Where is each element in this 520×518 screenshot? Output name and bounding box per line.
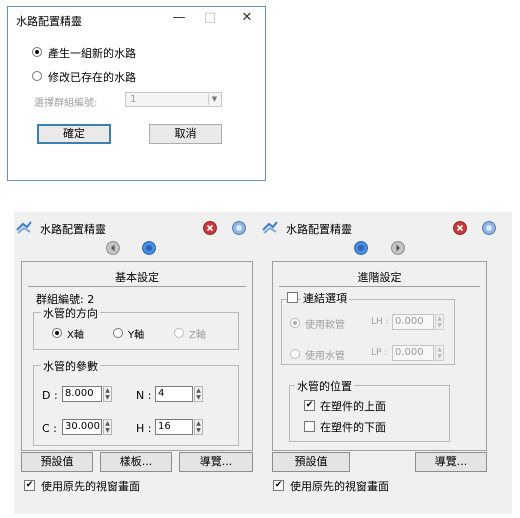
radio-water-tube[interactable] <box>290 349 300 359</box>
h-spinner[interactable]: ▲ ▼ <box>194 419 203 435</box>
divider <box>279 286 480 287</box>
connect-option-checkbox[interactable] <box>287 292 298 303</box>
section-header: 進階設定 <box>357 271 402 284</box>
back-arrow-icon[interactable] <box>106 241 120 255</box>
use-original-view-label: 使用原先的視窗畫面 <box>41 480 140 493</box>
back-arrow-icon[interactable] <box>354 241 368 255</box>
ok-button[interactable]: 確定 <box>37 124 111 144</box>
above-part-label: 在塑件的上面 <box>320 400 386 413</box>
preset-button[interactable]: 預設值 <box>272 452 350 472</box>
next-arrow-icon[interactable] <box>142 241 156 255</box>
minimize-button[interactable]: — <box>168 9 190 27</box>
water-tube-label: 使用水管 <box>305 351 345 362</box>
lp-label: LP : <box>371 348 388 358</box>
help-icon[interactable] <box>482 221 496 235</box>
template-button[interactable]: 樣板... <box>100 452 172 472</box>
use-original-view-checkbox[interactable]: ✔ <box>273 480 284 491</box>
n-label: N : <box>136 389 152 402</box>
water-circuit-icon <box>262 221 278 234</box>
use-original-view-label: 使用原先的視窗畫面 <box>290 480 389 493</box>
cancel-icon[interactable] <box>203 221 217 235</box>
radio-soft-tube[interactable] <box>290 318 300 328</box>
d-spinner[interactable]: ▲ ▼ <box>103 386 112 402</box>
pipe-direction-label: 水管的方向 <box>41 305 100 321</box>
new-water-circuit-dialog: 水路配置精靈 — □ ✕ 產生一組新的水路 修改已存在的水路 選擇群組編號: 1… <box>7 6 266 181</box>
x-axis-label: X軸 <box>67 330 84 341</box>
z-axis-label: Z軸 <box>189 330 206 341</box>
browse-button[interactable]: 導覽... <box>415 452 487 472</box>
above-part-checkbox[interactable]: ✔ <box>304 400 315 411</box>
lh-input[interactable]: 0.000 <box>392 314 434 330</box>
radio-modify-circuit[interactable] <box>32 71 42 81</box>
c-label: C : <box>42 422 57 435</box>
lh-spinner[interactable]: ▲ ▼ <box>435 314 444 330</box>
advanced-settings-panel: 水路配置精靈 進階設定 連結選項 使用軟管 LH : 0.000 ▲ ▼ 使用水管… <box>260 212 512 514</box>
d-input[interactable]: 8.000 <box>62 386 102 402</box>
lh-label: LH : <box>371 317 389 327</box>
pipe-params-label: 水管的參數 <box>41 358 100 374</box>
d-label: D : <box>42 389 58 402</box>
cancel-button[interactable]: 取消 <box>149 124 222 144</box>
radio-z-axis[interactable] <box>174 328 184 338</box>
next-arrow-icon[interactable] <box>391 241 405 255</box>
connect-option-label: 連結選項 <box>301 290 349 306</box>
soft-tube-label: 使用軟管 <box>305 320 345 331</box>
below-part-label: 在塑件的下面 <box>320 421 386 434</box>
maximize-button[interactable]: □ <box>199 9 221 27</box>
advanced-settings-section: 進階設定 連結選項 使用軟管 LH : 0.000 ▲ ▼ 使用水管 LP : 0… <box>272 261 487 451</box>
lp-spinner[interactable]: ▲ ▼ <box>435 345 444 361</box>
panel-title: 水路配置精靈 <box>40 223 106 236</box>
use-original-view-checkbox[interactable]: ✔ <box>24 480 35 491</box>
option-modify-label: 修改已存在的水路 <box>48 71 136 84</box>
chevron-down-icon: ▼ <box>208 94 220 105</box>
radio-y-axis[interactable] <box>113 328 123 338</box>
panel-title: 水路配置精靈 <box>286 223 352 236</box>
h-label: H : <box>136 422 152 435</box>
lp-input[interactable]: 0.000 <box>392 345 434 361</box>
basic-settings-panel: 水路配置精靈 基本設定 群組編號: 2 水管的方向 X軸 Y軸 Z軸 水管的參數… <box>14 212 260 514</box>
basic-settings-section: 基本設定 群組編號: 2 水管的方向 X軸 Y軸 Z軸 水管的參數 D : 8.… <box>21 261 253 451</box>
n-input[interactable]: 4 <box>155 386 193 402</box>
browse-button[interactable]: 導覽... <box>179 452 253 472</box>
n-spinner[interactable]: ▲ ▼ <box>194 386 203 402</box>
preset-button[interactable]: 預設值 <box>21 452 93 472</box>
h-input[interactable]: 16 <box>155 419 193 435</box>
c-spinner[interactable]: ▲ ▼ <box>103 419 112 435</box>
dialog-title: 水路配置精靈 <box>16 15 82 28</box>
divider <box>28 286 246 287</box>
c-input[interactable]: 30.000 <box>62 419 102 435</box>
radio-new-circuit[interactable] <box>32 47 42 57</box>
help-icon[interactable] <box>232 221 246 235</box>
group-select-value: 1 <box>130 94 137 105</box>
radio-x-axis[interactable] <box>52 328 62 338</box>
close-button[interactable]: ✕ <box>236 9 258 27</box>
cancel-icon[interactable] <box>453 221 467 235</box>
section-header: 基本設定 <box>115 271 159 284</box>
group-select-label: 選擇群組編號: <box>34 98 98 109</box>
water-circuit-icon <box>16 221 32 234</box>
group-select[interactable]: 1 ▼ <box>125 92 222 107</box>
below-part-checkbox[interactable] <box>304 421 315 432</box>
pipe-position-label: 水管的位置 <box>295 378 354 394</box>
y-axis-label: Y軸 <box>128 330 145 341</box>
option-new-label: 產生一組新的水路 <box>48 47 136 60</box>
